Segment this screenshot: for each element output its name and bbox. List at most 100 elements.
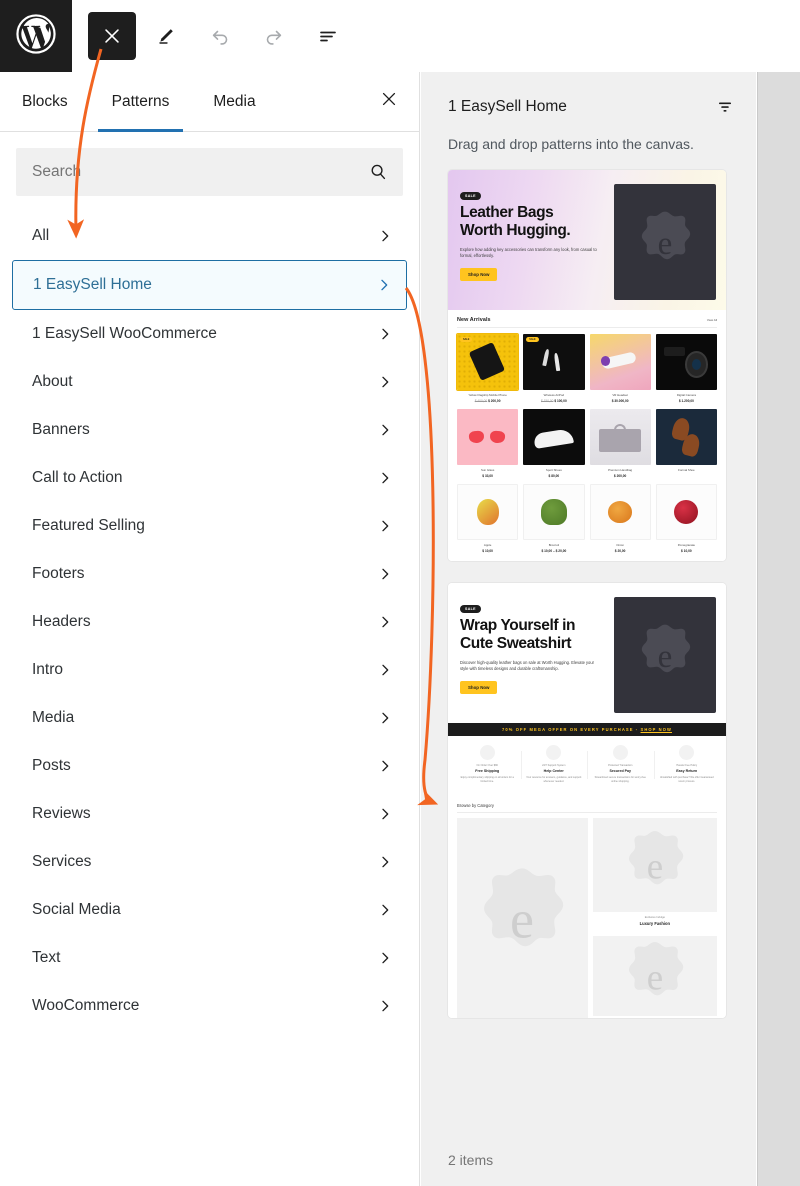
secure-pay-icon xyxy=(612,745,628,760)
hero-heading-line2: Cute Sweatshirt xyxy=(460,634,572,652)
pattern-card-easysell-home-2[interactable]: SALE Wrap Yourself in Cute Sweatshirt Di… xyxy=(448,583,726,1018)
canvas-gutter xyxy=(757,72,800,1186)
tools-edit-button[interactable] xyxy=(142,12,190,60)
browse-by-category-section: Browse by Category e e Exclusive Indulge… xyxy=(448,794,726,1018)
category-label: Call to Action xyxy=(32,469,123,486)
product-name: Broccoli xyxy=(548,543,560,547)
hero-heading-line1: Wrap Yourself in xyxy=(460,617,576,634)
pattern-category-banners[interactable]: Banners xyxy=(12,406,407,454)
pattern-category-1-easysell-woocommerce[interactable]: 1 EasySell WooCommerce xyxy=(12,310,407,358)
chevron-right-icon xyxy=(377,566,393,582)
section-header: New Arrivals View All xyxy=(457,317,717,328)
product-card: Sport Shoes $ 80,00 xyxy=(523,409,585,478)
product-price: $ 150,00 $ 100,00 xyxy=(523,399,584,403)
hero-image-placeholder: e xyxy=(613,597,716,713)
product-price: $ 200,00 xyxy=(613,474,627,478)
categories-title: Browse by Category xyxy=(457,803,717,813)
feature-subtitle: Hassle Free Policy xyxy=(676,764,698,767)
chevron-right-icon xyxy=(377,710,393,726)
product-image xyxy=(589,334,651,390)
chevron-right-icon xyxy=(377,470,393,486)
tab-media[interactable]: Media xyxy=(191,72,277,131)
section-title: New Arrivals xyxy=(457,317,491,323)
list-view-button[interactable] xyxy=(304,12,352,60)
pattern-preview-panel: 1 EasySell Home Drag and drop patterns i… xyxy=(421,72,756,1186)
category-label: Reviews xyxy=(32,805,91,822)
redo-button[interactable] xyxy=(250,12,298,60)
pattern-category-1-easysell-home[interactable]: 1 EasySell Home xyxy=(12,260,407,310)
hero-heading-line2: Worth Hugging. xyxy=(460,221,571,239)
category-tile-large: e xyxy=(457,817,588,1018)
hero-badge: SALE xyxy=(460,605,481,613)
editor-toolbar xyxy=(0,0,800,72)
filter-sort-icon[interactable] xyxy=(710,92,740,122)
tab-patterns[interactable]: Patterns xyxy=(90,72,192,132)
pattern-category-posts[interactable]: Posts xyxy=(12,742,407,790)
hero-paragraph: Discover high-quality leather bags on sa… xyxy=(460,659,594,672)
old-price: $ 150,00 xyxy=(541,399,554,403)
close-inserter-button[interactable] xyxy=(88,12,136,60)
product-name: Sport Shoes xyxy=(545,468,562,472)
close-inserter-panel-button[interactable] xyxy=(369,82,409,122)
category-title: Luxury Fashion xyxy=(639,920,671,926)
pattern-category-headers[interactable]: Headers xyxy=(12,598,407,646)
category-label: Footers xyxy=(32,565,85,582)
product-card: Sun Glass $ 33,00 xyxy=(457,409,519,478)
wordpress-logo-button[interactable] xyxy=(0,0,72,72)
product-image xyxy=(523,484,585,540)
category-image: e xyxy=(592,817,717,912)
chevron-right-icon xyxy=(377,662,393,678)
search-box[interactable] xyxy=(16,148,403,196)
product-price: $ 10,00 – $ 20,00 xyxy=(541,549,567,553)
pattern-category-featured-selling[interactable]: Featured Selling xyxy=(12,502,407,550)
pattern-category-woocommerce[interactable]: WooCommerce xyxy=(12,982,407,1030)
feature-item: On Order Over $80 Free Shipping Enjoy co… xyxy=(454,745,521,785)
category-label: Headers xyxy=(32,613,91,630)
pattern-card-easysell-home-1[interactable]: SALE Leather Bags Worth Hugging. Explore… xyxy=(448,170,726,561)
offer-bar: 70% OFF MEGA OFFER ON EVERY PURCHASE - S… xyxy=(448,723,726,736)
shipping-icon xyxy=(479,745,495,760)
search-input[interactable] xyxy=(16,163,403,181)
product-image xyxy=(457,409,519,465)
product-price: $ 20,00 xyxy=(614,549,626,553)
pattern-category-services[interactable]: Services xyxy=(12,838,407,886)
current-price: $ 100,00 xyxy=(554,399,567,403)
category-label: WooCommerce xyxy=(32,997,140,1014)
chevron-right-icon xyxy=(377,614,393,630)
product-name: VR Headset xyxy=(612,393,628,397)
close-x-icon xyxy=(101,25,123,47)
pattern-category-all[interactable]: All xyxy=(12,212,407,260)
category-tile-bottom: e xyxy=(592,935,717,1016)
feature-subtitle: Protected Transaction xyxy=(608,764,633,767)
pencil-icon xyxy=(155,25,177,47)
pattern-category-call-to-action[interactable]: Call to Action xyxy=(12,454,407,502)
offer-text: 70% OFF MEGA OFFER ON EVERY PURCHASE - xyxy=(501,727,639,732)
view-all-link: View All xyxy=(706,318,717,322)
hero-paragraph: Explore how adding key accessories can t… xyxy=(460,246,597,259)
chevron-right-icon xyxy=(377,326,393,342)
product-row: Sun Glass $ 33,00 Sport Shoes $ 80,00 Pr… xyxy=(457,409,717,478)
sale-badge: SALE xyxy=(460,337,473,342)
pattern-category-text[interactable]: Text xyxy=(12,934,407,982)
categories-grid: e e Exclusive Indulge Luxury Fashion e xyxy=(457,817,717,1018)
category-tiles-column: e Exclusive Indulge Luxury Fashion e xyxy=(592,817,717,1018)
undo-button[interactable] xyxy=(196,12,244,60)
pattern-category-footers[interactable]: Footers xyxy=(12,550,407,598)
pattern-category-media[interactable]: Media xyxy=(12,694,407,742)
chevron-right-icon xyxy=(377,758,393,774)
feature-title: Free Shipping xyxy=(475,769,500,773)
category-label: About xyxy=(32,373,73,390)
hero-shop-now-button: Shop Now xyxy=(460,680,498,694)
pattern-category-reviews[interactable]: Reviews xyxy=(12,790,407,838)
pattern-category-about[interactable]: About xyxy=(12,358,407,406)
sale-badge: SALE xyxy=(526,337,539,342)
easysell-logo-icon: e xyxy=(628,941,683,998)
product-card: Pomegranate $ 10,00 xyxy=(655,484,717,553)
pattern-category-social-media[interactable]: Social Media xyxy=(12,886,407,934)
preview-header: 1 EasySell Home xyxy=(421,72,756,122)
category-label: 1 EasySell Home xyxy=(33,276,152,293)
toolbar-buttons xyxy=(72,12,352,60)
tab-blocks[interactable]: Blocks xyxy=(0,72,90,131)
pattern-category-intro[interactable]: Intro xyxy=(12,646,407,694)
chevron-right-icon xyxy=(377,950,393,966)
